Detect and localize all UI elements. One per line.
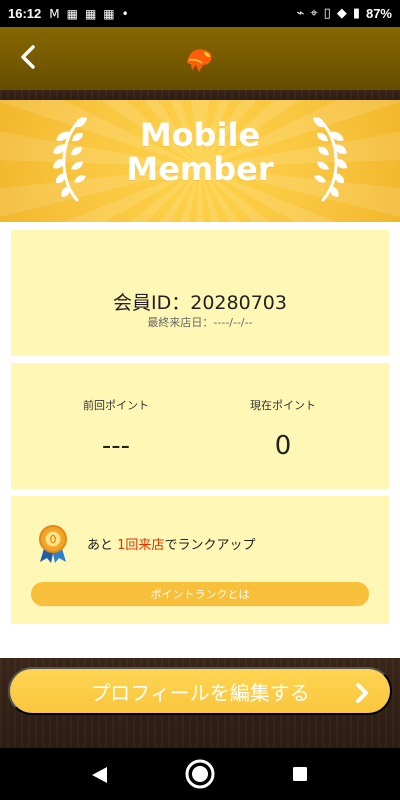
status-time: 16:12 — [8, 6, 42, 21]
member-id-card: 会員ID：20280703 最終来店日：----/--/-- — [11, 230, 389, 356]
member-id-label: 会員ID： — [113, 292, 191, 314]
triangle-back-icon[interactable] — [88, 765, 110, 785]
chevron-left-icon — [21, 45, 35, 69]
previous-points-value: --- — [101, 431, 131, 461]
rank-suffix: でランクアップ — [164, 538, 256, 553]
location-icon: ⌖ — [310, 6, 318, 21]
top-wood-bar — [0, 90, 400, 100]
previous-points: 前回ポイント --- — [31, 397, 201, 461]
monkey-logo-icon — [187, 49, 212, 72]
medal-value: 0 — [50, 533, 57, 546]
mobile-member-banner: Mobile Member — [0, 100, 400, 222]
member-id-text: 会員ID：20280703 — [11, 288, 389, 315]
last-visit-date: 最終来店日：----/--/-- — [11, 314, 389, 330]
nfc-icon: ⌁ — [296, 6, 305, 21]
laurel-icon — [313, 117, 347, 202]
store-icon: ▦ — [103, 6, 115, 21]
edit-profile-label: プロフィールを編集する — [90, 680, 310, 705]
current-points-value: 0 — [274, 431, 292, 461]
chevron-right-icon — [356, 683, 368, 703]
home-circle-icon[interactable] — [184, 758, 216, 790]
status-bar: 16:12 M ▦ ▦ ▦ • ⌁ ⌖ ▯ ◆ ▮ 87% — [0, 0, 400, 27]
app-header — [0, 27, 400, 90]
edit-profile-button[interactable]: プロフィールを編集する — [8, 667, 392, 715]
points-card: 前回ポイント --- 現在ポイント 0 — [11, 363, 389, 489]
back-button[interactable] — [14, 43, 42, 71]
gmail-icon: M — [49, 6, 60, 21]
dot-icon: • — [121, 6, 129, 21]
android-navigation-bar — [0, 748, 400, 800]
rank-up-message: あと 1回来店でランクアップ — [87, 534, 255, 553]
rank-card: 0 あと 1回来店でランクアップ ポイントランクとは — [11, 496, 389, 624]
last-visit-label: 最終来店日： — [147, 316, 214, 329]
member-content: 会員ID：20280703 最終来店日：----/--/-- 前回ポイント --… — [0, 222, 400, 658]
battery-percent: 87% — [365, 6, 392, 21]
point-rank-info-button[interactable]: ポイントランクとは — [31, 582, 369, 606]
wifi-icon: ◆ — [336, 6, 347, 21]
status-left-icons: M ▦ ▦ ▦ • — [49, 8, 128, 20]
status-right: ⌁ ⌖ ▯ ◆ ▮ 87% — [297, 6, 393, 21]
current-points-label: 現在ポイント — [250, 399, 316, 412]
app-screen: 16:12 M ▦ ▦ ▦ • ⌁ ⌖ ▯ ◆ ▮ 87% Mobile Mem… — [0, 0, 400, 800]
vibrate-icon: ▯ — [323, 6, 331, 21]
rank-prefix: あと — [87, 538, 114, 553]
member-id-value: 20280703 — [190, 292, 287, 314]
last-visit-value: ----/--/-- — [213, 316, 253, 329]
previous-points-label: 前回ポイント — [83, 399, 149, 412]
square-recent-icon[interactable] — [292, 766, 308, 782]
current-points: 現在ポイント 0 — [198, 397, 368, 461]
medal-icon: 0 — [39, 525, 67, 563]
rank-highlight: 1回来店 — [117, 538, 165, 553]
store-icon: ▦ — [66, 6, 78, 21]
battery-icon: ▮ — [352, 6, 360, 21]
store-icon: ▦ — [84, 6, 97, 21]
